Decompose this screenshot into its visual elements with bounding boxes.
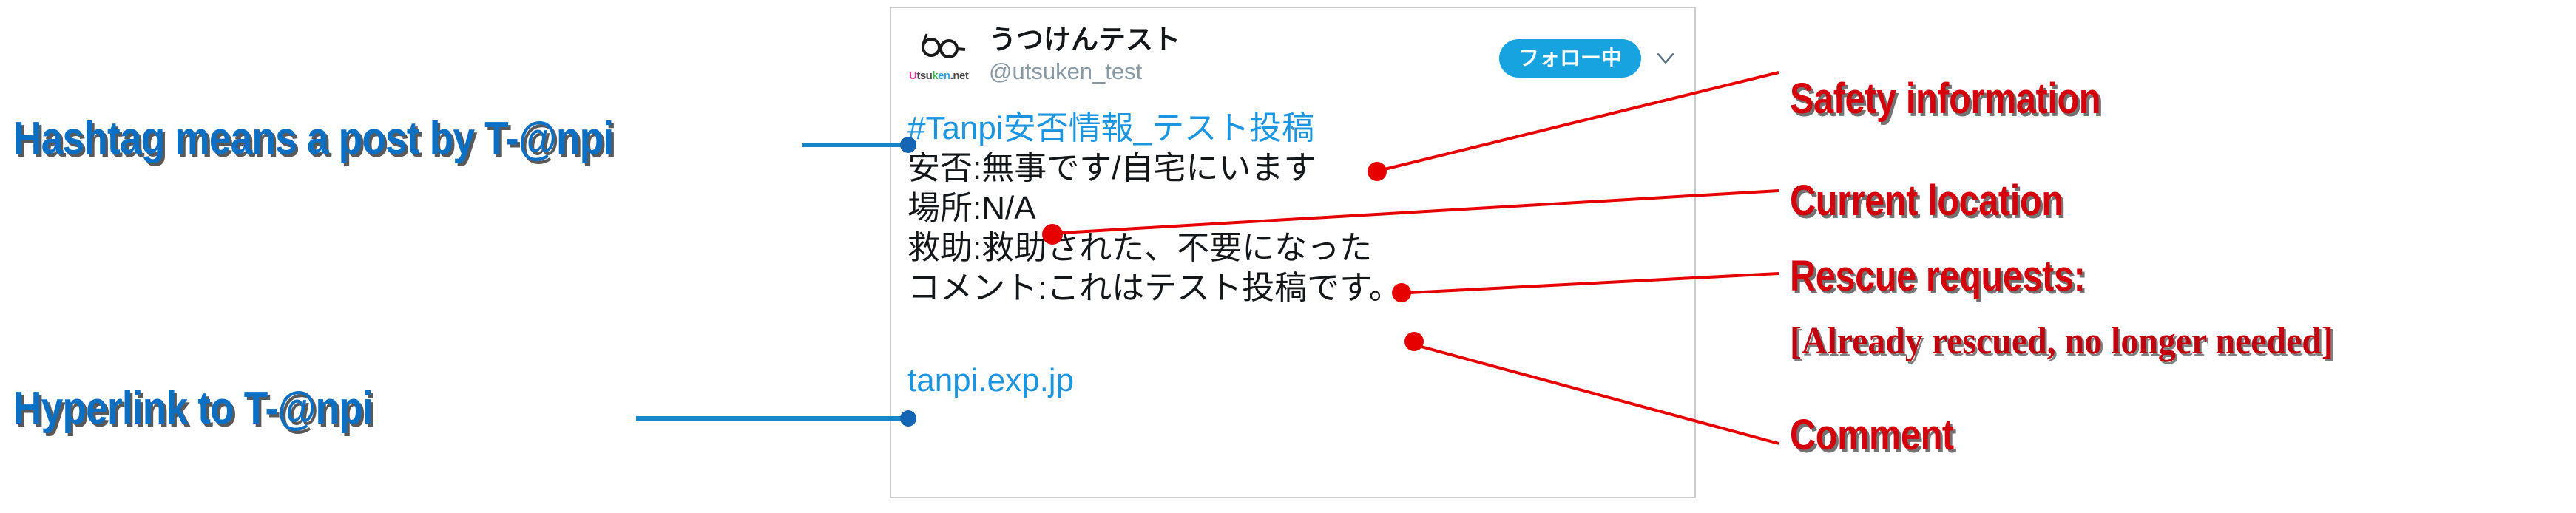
annotation-rescue-detail-label: [Already rescued, no longer needed] — [1790, 320, 2333, 362]
annotation-rescue-label: Rescue requests: — [1790, 252, 2086, 300]
screenshot-canvas: Utsuken.net うつけんテスト @utsuken_test フォロー中 … — [0, 0, 2576, 513]
tweet-link[interactable]: tanpi.exp.jp — [907, 362, 1074, 399]
wordmark-tsu: tsu — [916, 69, 933, 82]
wordmark-net: .net — [950, 69, 969, 82]
tweet-card: Utsuken.net うつけんテスト @utsuken_test フォロー中 … — [890, 7, 1696, 498]
annotation-comment-label: Comment — [1790, 411, 1954, 459]
annotation-hashtag-label: Hashtag means a post by T-@npi — [13, 113, 614, 164]
tweet-body: #Tanpi安否情報_テスト投稿 安否:無事です/自宅にいます 場所:N/A 救… — [891, 91, 1694, 399]
glasses-icon — [922, 33, 966, 58]
wordmark-k: k — [932, 69, 939, 82]
tweet-line-hashtag[interactable]: #Tanpi安否情報_テスト投稿 — [907, 109, 1678, 149]
follow-button[interactable]: フォロー中 — [1498, 39, 1641, 78]
annotation-location-label: Current location — [1790, 177, 2063, 225]
annotation-safety-label: Safety information — [1790, 75, 2101, 123]
wordmark-u: U — [909, 69, 917, 82]
avatar[interactable]: Utsuken.net — [907, 23, 978, 94]
account-name-block: うつけんテスト @utsuken_test — [989, 23, 1499, 86]
tweet-line-location: 場所:N/A — [907, 190, 1036, 227]
account-handle: @utsuken_test — [989, 58, 1143, 85]
wordmark-en: en — [938, 69, 950, 82]
chevron-down-icon[interactable] — [1653, 46, 1678, 71]
avatar-wordmark: Utsuken.net — [909, 69, 969, 82]
annotation-hyperlink-label: Hyperlink to T-@npi — [13, 383, 373, 434]
header-actions: フォロー中 — [1498, 23, 1678, 78]
tweet-line-safety: 安否:無事です/自宅にいます — [907, 150, 1316, 187]
display-name: うつけんテスト — [989, 24, 1180, 55]
tweet-line-comment: コメント:これはテスト投稿です。 — [907, 270, 1402, 307]
tweet-header: Utsuken.net うつけんテスト @utsuken_test フォロー中 — [891, 8, 1694, 94]
tweet-line-rescue: 救助:救助された、不要になった — [907, 230, 1373, 267]
